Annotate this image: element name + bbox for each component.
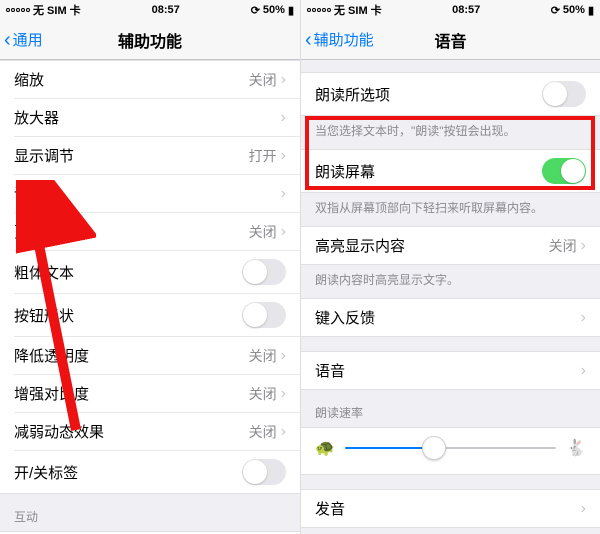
row-value: 关闭: [249, 222, 277, 242]
row-voices[interactable]: 语音 ›: [301, 352, 600, 389]
back-button[interactable]: ‹ 辅助功能: [301, 29, 374, 50]
signal-dots-icon: [307, 8, 331, 12]
back-label: 通用: [13, 29, 43, 50]
row-reduce-motion[interactable]: 减弱动态效果 关闭›: [14, 412, 300, 450]
back-button[interactable]: ‹ 通用: [0, 29, 43, 50]
battery-percent: 50%: [263, 4, 285, 16]
screen-accessibility: 无 SIM 卡 08:57 ⟳ 50% ▮ ‹ 通用 辅助功能 缩放 关闭›: [0, 0, 300, 534]
onoff-labels-switch[interactable]: [242, 459, 286, 485]
row-typing-feedback[interactable]: 键入反馈 ›: [301, 299, 600, 336]
status-bar: 无 SIM 卡 08:57 ⟳ 50% ▮: [0, 0, 300, 20]
status-time: 08:57: [152, 4, 180, 16]
sim-status: 无 SIM 卡: [334, 2, 382, 18]
nav-bar: ‹ 通用 辅助功能: [0, 20, 300, 60]
row-label: 语音: [315, 360, 581, 381]
row-value: 关闭: [249, 384, 277, 404]
row-label: 开/关标签: [14, 462, 242, 483]
row-label: 降低透明度: [14, 345, 249, 366]
chevron-right-icon: ›: [581, 237, 586, 255]
settings-list: 缩放 关闭› 放大器 › 显示调节 打开› 语音 › 更大字体 关闭›: [0, 60, 300, 534]
row-reduce-transparency[interactable]: 降低透明度 关闭›: [14, 336, 300, 374]
chevron-right-icon: ›: [281, 147, 286, 165]
row-button-shapes[interactable]: 按钮形状: [14, 293, 300, 336]
status-bar: 无 SIM 卡 08:57 ⟳ 50% ▮: [301, 0, 600, 20]
chevron-right-icon: ›: [581, 500, 586, 518]
signal-dots-icon: [6, 8, 30, 12]
row-label: 高亮显示内容: [315, 235, 549, 256]
nav-bar: ‹ 辅助功能 语音: [301, 20, 600, 60]
section-header: 朗读速率: [301, 390, 600, 427]
row-speak-selection[interactable]: 朗读所选项: [301, 73, 600, 115]
row-label: 发音: [315, 498, 581, 519]
row-pronunciation[interactable]: 发音 ›: [301, 490, 600, 527]
battery-icon: ▮: [288, 4, 294, 17]
speech-list: 朗读所选项 当您选择文本时，"朗读"按钮会出现。 朗读屏幕 双指从屏幕顶部向下轻…: [301, 60, 600, 534]
turtle-icon: 🐢: [315, 438, 335, 458]
chevron-right-icon: ›: [281, 109, 286, 127]
row-increase-contrast[interactable]: 增强对比度 关闭›: [14, 374, 300, 412]
row-label: 显示调节: [14, 145, 249, 166]
row-onoff-labels[interactable]: 开/关标签: [14, 450, 300, 493]
row-label: 更大字体: [14, 221, 249, 242]
chevron-left-icon: ‹: [305, 30, 312, 50]
chevron-right-icon: ›: [581, 362, 586, 380]
row-label: 键入反馈: [315, 307, 581, 328]
footer-note: 当您选择文本时，"朗读"按钮会出现。: [301, 116, 600, 149]
row-value: 关闭: [549, 236, 577, 256]
page-title: 辅助功能: [0, 28, 300, 52]
chevron-right-icon: ›: [281, 223, 286, 241]
footer-note: 朗读内容时高亮显示文字。: [301, 265, 600, 298]
status-time: 08:57: [452, 4, 480, 16]
button-shapes-switch[interactable]: [242, 302, 286, 328]
row-speech[interactable]: 语音 ›: [14, 174, 300, 212]
row-label: 缩放: [14, 69, 249, 90]
rotation-lock-icon: ⟳: [251, 4, 260, 17]
row-value: 关闭: [249, 346, 277, 366]
chevron-right-icon: ›: [281, 71, 286, 89]
row-speaking-rate: 🐢 🐇: [301, 428, 600, 474]
row-label: 粗体文本: [14, 262, 242, 283]
row-label: 语音: [14, 183, 281, 204]
battery-icon: ▮: [588, 4, 594, 17]
row-label: 减弱动态效果: [14, 421, 249, 442]
speaking-rate-slider[interactable]: [345, 447, 556, 449]
row-zoom[interactable]: 缩放 关闭›: [0, 61, 300, 98]
chevron-right-icon: ›: [581, 309, 586, 327]
row-value: 关闭: [249, 422, 277, 442]
row-label: 朗读屏幕: [315, 161, 542, 182]
chevron-right-icon: ›: [281, 185, 286, 203]
sim-status: 无 SIM 卡: [33, 2, 81, 18]
chevron-right-icon: ›: [281, 347, 286, 365]
speak-selection-switch[interactable]: [542, 81, 586, 107]
speak-screen-switch[interactable]: [542, 158, 586, 184]
section-header: 互动: [0, 494, 300, 531]
chevron-right-icon: ›: [281, 385, 286, 403]
chevron-right-icon: ›: [281, 423, 286, 441]
row-highlight-content[interactable]: 高亮显示内容 关闭›: [301, 227, 600, 264]
footer-note: 双指从屏幕顶部向下轻扫来听取屏幕内容。: [301, 193, 600, 226]
screen-speech: 无 SIM 卡 08:57 ⟳ 50% ▮ ‹ 辅助功能 语音 朗读所选项: [300, 0, 600, 534]
row-label: 朗读所选项: [315, 84, 542, 105]
rabbit-icon: 🐇: [566, 438, 586, 458]
back-label: 辅助功能: [314, 29, 374, 50]
bold-text-switch[interactable]: [242, 259, 286, 285]
row-label: 增强对比度: [14, 383, 249, 404]
row-label: 放大器: [14, 107, 281, 128]
chevron-left-icon: ‹: [4, 30, 11, 50]
rotation-lock-icon: ⟳: [551, 4, 560, 17]
battery-percent: 50%: [563, 4, 585, 16]
row-larger-text[interactable]: 更大字体 关闭›: [14, 212, 300, 250]
row-value: 关闭: [249, 70, 277, 90]
row-display[interactable]: 显示调节 打开›: [14, 136, 300, 174]
row-label: 按钮形状: [14, 305, 242, 326]
row-bold-text[interactable]: 粗体文本: [14, 250, 300, 293]
row-speak-screen[interactable]: 朗读屏幕: [301, 150, 600, 192]
row-value: 打开: [249, 146, 277, 166]
row-magnifier[interactable]: 放大器 ›: [14, 98, 300, 136]
